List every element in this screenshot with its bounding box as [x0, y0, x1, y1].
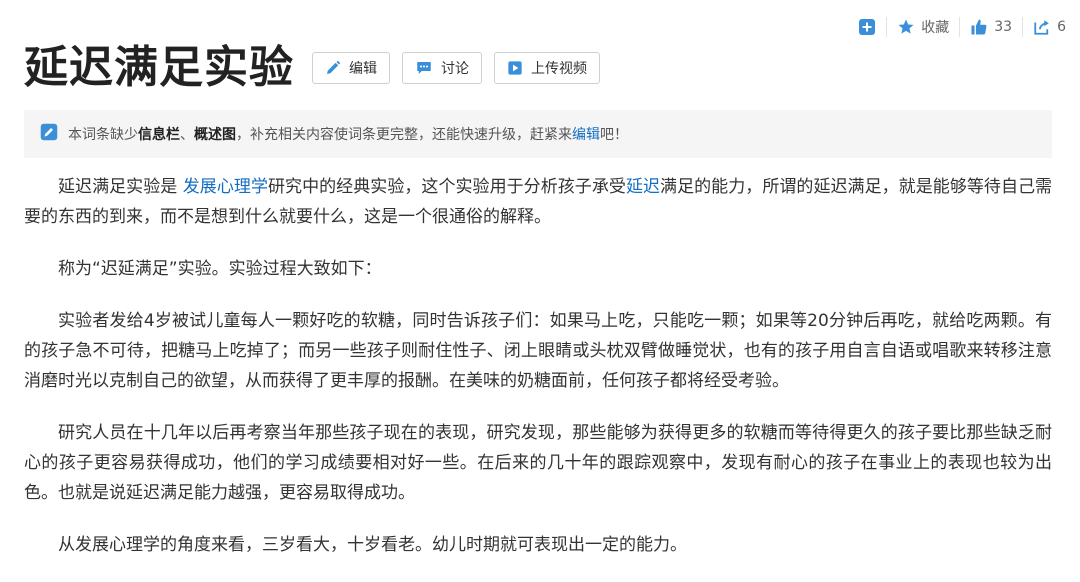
- paragraph-5: 从发展心理学的角度来看，三岁看大，十岁看老。幼儿时期就可表现出一定的能力。: [58, 535, 687, 555]
- paragraph-2: 称为“迟延满足”实验。实验过程大致如下：: [58, 259, 382, 279]
- notice-summary-image: 概述图: [194, 127, 236, 143]
- notice-middle: ，补充相关内容使词条更完整，还能快速升级，赶紧来: [236, 127, 572, 143]
- discuss-button[interactable]: 讨论: [402, 52, 482, 84]
- like-count: 33: [994, 19, 1013, 35]
- discuss-button-label: 讨论: [441, 61, 469, 77]
- p1-text-b: 研究中的经典实验，这个实验用于分析孩子承受: [268, 177, 626, 197]
- divider: [886, 17, 888, 37]
- share-icon: [1033, 18, 1051, 36]
- add-icon[interactable]: [858, 18, 876, 36]
- collect-label: 收藏: [921, 20, 950, 36]
- link-delay[interactable]: 延迟: [626, 177, 660, 197]
- star-icon: [897, 18, 915, 36]
- notice-infobox: 信息栏: [138, 127, 180, 143]
- p1-text-a: 延迟满足实验是: [58, 177, 183, 197]
- share-button[interactable]: 6: [1033, 18, 1066, 36]
- title-row: 延迟满足实验 编辑 讨论 上传视频: [24, 42, 600, 94]
- notice-edit-link[interactable]: 编辑: [572, 127, 600, 143]
- edit-button-label: 编辑: [349, 61, 377, 77]
- edit-button[interactable]: 编辑: [312, 52, 390, 84]
- page-title: 延迟满足实验: [24, 42, 294, 93]
- upload-video-button[interactable]: 上传视频: [494, 52, 600, 84]
- comment-icon: [415, 59, 433, 77]
- upload-video-button-label: 上传视频: [531, 61, 587, 77]
- paragraph-3: 实验者发给4岁被试儿童每人一颗好吃的软糖，同时告诉孩子们：如果马上吃，只能吃一颗…: [24, 311, 1052, 391]
- notice-prefix: 本词条缺少: [68, 127, 138, 143]
- divider: [1022, 17, 1024, 37]
- collect-button[interactable]: 收藏: [897, 17, 949, 37]
- like-button[interactable]: 33: [970, 18, 1012, 36]
- notice-text: 本词条缺少信息栏、概述图，补充相关内容使词条更完整，还能快速升级，赶紧来编辑吧！: [68, 124, 628, 144]
- paragraph-4: 研究人员在十几年以后再考察当年那些孩子现在的表现，研究发现，那些能够为获得更多的…: [24, 423, 1052, 503]
- notice-suffix: 吧！: [600, 127, 628, 143]
- link-developmental-psychology[interactable]: 发展心理学: [183, 177, 268, 197]
- pencil-icon: [325, 60, 341, 76]
- video-icon: [507, 60, 523, 76]
- share-count: 6: [1057, 19, 1066, 35]
- notice-bar: 本词条缺少信息栏、概述图，补充相关内容使词条更完整，还能快速升级，赶紧来编辑吧！: [24, 110, 1052, 158]
- notice-sep: 、: [180, 127, 194, 143]
- article-content: 延迟满足实验是 发展心理学研究中的经典实验，这个实验用于分析孩子承受延迟满足的能…: [24, 172, 1052, 582]
- thumbs-up-icon: [970, 18, 988, 36]
- edit-notice-icon: [40, 123, 58, 145]
- divider: [959, 17, 961, 37]
- paragraph-1: 延迟满足实验是 发展心理学研究中的经典实验，这个实验用于分析孩子承受延迟满足的能…: [24, 172, 1052, 232]
- top-actions: 收藏 33 6: [858, 14, 1066, 40]
